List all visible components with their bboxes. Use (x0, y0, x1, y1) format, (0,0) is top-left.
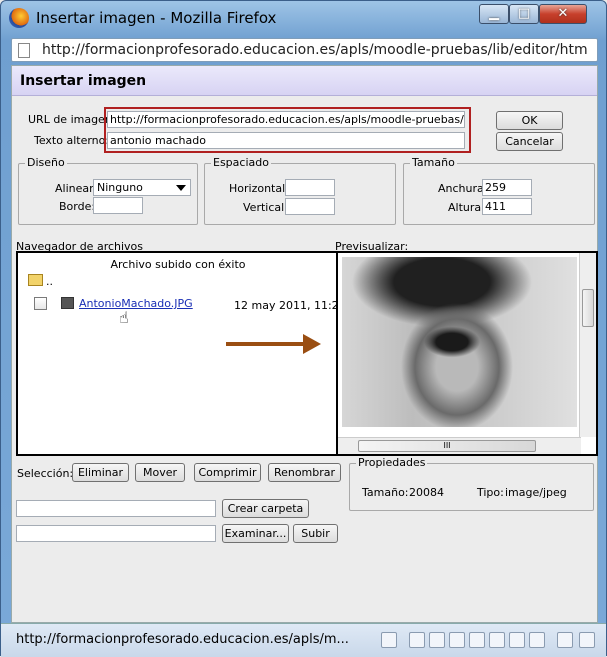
file-type-label: Tipo: (477, 486, 504, 499)
properties-legend: Propiedades (356, 456, 428, 469)
dialog-title: Insertar imagen (20, 73, 147, 89)
minimize-button[interactable]: ▁ (479, 4, 509, 24)
url-text: http://formacionprofesorado.educacion.es… (42, 42, 588, 58)
image-file-icon (61, 297, 74, 309)
horizontal-input[interactable] (285, 179, 335, 196)
selection-label: Selección: (17, 467, 74, 480)
folder-icon[interactable] (509, 632, 525, 648)
dialog-header: Insertar imagen (12, 66, 597, 96)
border-label: Borde: (59, 200, 96, 213)
close-button[interactable]: ✕ (539, 4, 587, 24)
compress-button[interactable]: Comprimir (194, 463, 261, 482)
file-checkbox[interactable] (34, 297, 47, 310)
annotation-arrow-head (303, 334, 321, 354)
width-input[interactable]: 259 (482, 179, 532, 196)
preview-horizontal-scrollbar[interactable]: III (338, 437, 581, 454)
edit-icon[interactable] (429, 632, 445, 648)
vertical-input[interactable] (285, 198, 335, 215)
align-label: Alinear: (55, 182, 98, 195)
file-upload-input[interactable] (16, 525, 216, 542)
move-button[interactable]: Mover (135, 463, 185, 482)
browser-window: Insertar imagen - Mozilla Firefox ▁ □ ✕ … (0, 0, 607, 657)
layout-legend: Diseño (25, 156, 67, 169)
browse-button[interactable]: Examinar... (222, 524, 289, 543)
status-url: http://formacionprofesorado.educacion.es… (16, 632, 349, 647)
tools-icon[interactable] (557, 632, 573, 648)
firefox-logo-icon (9, 8, 29, 28)
create-folder-button[interactable]: Crear carpeta (222, 499, 309, 518)
height-label: Altura: (448, 201, 485, 214)
chart-icon[interactable] (529, 632, 545, 648)
preview-pane: III (336, 251, 598, 456)
upload-button[interactable]: Subir (293, 524, 338, 543)
height-input[interactable]: 411 (482, 198, 532, 215)
upload-message: Archivo subido con éxito (110, 258, 246, 271)
size-legend: Tamaño (410, 156, 457, 169)
highlight-box (104, 107, 471, 153)
file-browser: Archivo subido con éxito .. AntonioMacha… (16, 251, 346, 456)
annotation-arrow (226, 342, 304, 346)
border-input[interactable] (93, 197, 143, 214)
horizontal-label: Horizontal: (229, 182, 289, 195)
file-link[interactable]: AntonioMachado.JPG (79, 297, 193, 310)
title-bar: Insertar imagen - Mozilla Firefox ▁ □ ✕ (1, 1, 606, 35)
cancel-button[interactable]: Cancelar (496, 132, 563, 151)
chevron-down-icon (176, 185, 186, 191)
layout-fieldset: Diseño Alinear: Ninguno Borde: (18, 156, 198, 225)
maximize-button[interactable]: □ (509, 4, 539, 24)
horizontal-scroll-thumb[interactable]: III (358, 440, 536, 452)
parent-folder-icon[interactable] (28, 274, 43, 286)
window-title: Insertar imagen - Mozilla Firefox (36, 9, 277, 27)
page-icon[interactable] (381, 632, 397, 648)
pencil-icon[interactable] (409, 632, 425, 648)
file-type-value: image/jpeg (505, 486, 567, 499)
url-label: URL de imagen: (28, 113, 116, 126)
status-bar: http://formacionprofesorado.educacion.es… (1, 623, 606, 657)
preview-image (342, 257, 577, 427)
parent-folder-link[interactable]: .. (46, 275, 53, 288)
file-size-value: 20084 (409, 486, 444, 499)
undo-icon[interactable] (489, 632, 505, 648)
align-select[interactable]: Ninguno (93, 179, 191, 196)
ok-button[interactable]: OK (496, 111, 563, 130)
vertical-label: Vertical: (243, 201, 288, 214)
delete-button[interactable]: Eliminar (72, 463, 129, 482)
vertical-scroll-thumb[interactable] (582, 289, 594, 327)
properties-fieldset: Propiedades Tamaño: 20084 Tipo: image/jp… (349, 456, 594, 511)
file-size-label: Tamaño: (362, 486, 409, 499)
save-icon[interactable] (449, 632, 465, 648)
width-label: Anchura: (438, 182, 488, 195)
spacing-fieldset: Espaciado Horizontal: Vertical: (204, 156, 396, 225)
spacing-legend: Espaciado (211, 156, 271, 169)
preview-vertical-scrollbar[interactable] (579, 253, 596, 437)
url-bar[interactable]: http://formacionprofesorado.educacion.es… (11, 38, 598, 62)
file-date: 12 may 2011, 11:24 (234, 299, 346, 312)
align-value: Ninguno (97, 181, 143, 194)
alt-label: Texto alterno: (34, 134, 110, 147)
size-fieldset: Tamaño Anchura: 259 Altura: 411 (403, 156, 595, 225)
folder-name-input[interactable] (16, 500, 216, 517)
rename-button[interactable]: Renombrar (268, 463, 341, 482)
resize-grip-icon[interactable] (579, 632, 595, 648)
print-icon[interactable] (469, 632, 485, 648)
page-icon (18, 43, 30, 58)
hand-cursor-icon: ☝ (119, 308, 129, 327)
